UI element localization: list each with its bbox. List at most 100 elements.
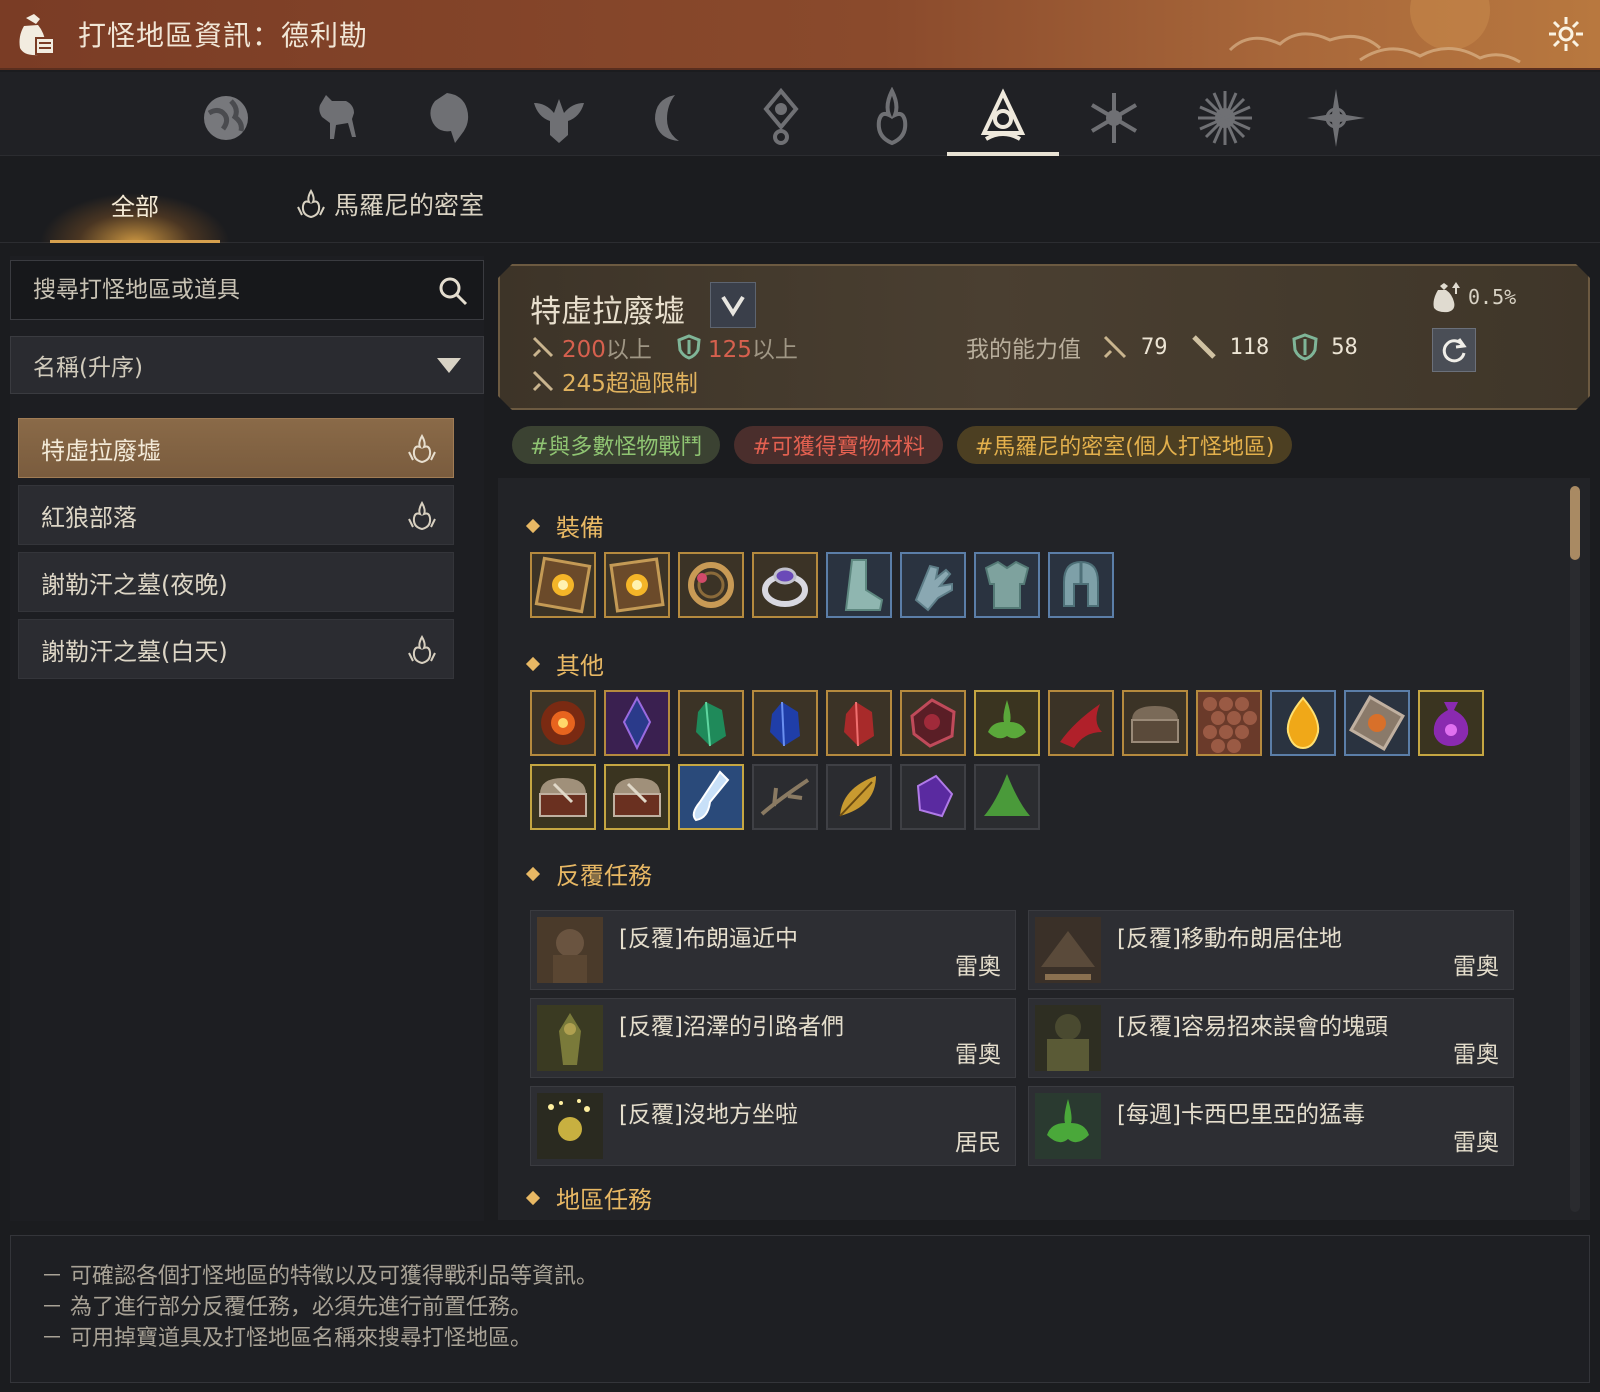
ap-cap-suffix: 超過限制 — [605, 371, 698, 397]
marony-crown-icon — [408, 501, 436, 531]
tab-orb-pendant[interactable] — [725, 80, 837, 156]
zone-item[interactable]: 紅狼部落 — [18, 485, 454, 545]
armor-gloves-icon[interactable] — [900, 552, 966, 618]
purple-crystal-icon[interactable] — [604, 690, 670, 756]
tab-crescent-moon[interactable] — [614, 80, 726, 156]
golden-egg-icon[interactable] — [1270, 690, 1336, 756]
red-ore-icon[interactable] — [900, 690, 966, 756]
tab-winged-crest[interactable] — [503, 80, 615, 156]
zone-item-label: 謝勒汗之墓(白天) — [41, 637, 228, 666]
green-slime-icon[interactable] — [974, 690, 1040, 756]
search-icon[interactable] — [437, 275, 469, 307]
ornate-chest-icon[interactable] — [530, 764, 596, 830]
winged-crest-icon — [534, 99, 584, 143]
diamond-bullet-icon — [525, 866, 541, 881]
my-stats: 我的能力值 79 118 58 — [966, 330, 1380, 364]
tab-sunburst[interactable] — [1169, 80, 1281, 156]
my-stats-label: 我的能力值 — [966, 337, 1081, 363]
region-icon-tab-bar — [0, 72, 1600, 156]
repeat-quest-grid: [反覆]布朗逼近中 雷奧 [反覆]移動布朗居住地 雷奧 [反覆]沼澤的引路者們 … — [530, 910, 1514, 1166]
refresh-button[interactable] — [1432, 328, 1476, 372]
tab-snowflake[interactable] — [1058, 80, 1170, 156]
filter-tab-bar: 全部 馬羅尼的密室 — [0, 157, 1600, 243]
marony-crown-icon — [408, 635, 436, 665]
section-region-quests-heading: 地區任務 — [525, 1180, 652, 1215]
gear-icon[interactable] — [1546, 14, 1586, 54]
tab-flame-crest[interactable] — [836, 80, 948, 156]
sunburst-icon — [1198, 91, 1252, 145]
ap-requirement: 200以上 — [530, 330, 652, 364]
camp-portrait-icon — [1035, 917, 1101, 983]
quest-npc: 雷奧 — [955, 954, 1001, 980]
shield-icon — [1291, 333, 1319, 361]
amber-stone-icon[interactable] — [1344, 690, 1410, 756]
wooden-chest-icon[interactable] — [1122, 690, 1188, 756]
purple-pouch-icon[interactable] — [1418, 690, 1484, 756]
zone-item[interactable]: 謝勒汗之墓(白天) — [18, 619, 454, 679]
tab-all[interactable]: 全部 — [30, 165, 240, 243]
tab-tree-emblem[interactable] — [947, 80, 1059, 156]
shield-icon — [676, 334, 702, 360]
diamond-bullet-icon — [525, 1190, 541, 1205]
quest-card[interactable]: [反覆]沒地方坐啦 居民 — [530, 1086, 1016, 1166]
quest-card[interactable]: [每週]卡西巴里亞的猛毒 雷奧 — [1028, 1086, 1514, 1166]
quest-card[interactable]: [反覆]布朗逼近中 雷奧 — [530, 910, 1016, 990]
zone-item-label: 謝勒汗之墓(夜晚) — [41, 570, 228, 599]
quest-card[interactable]: [反覆]移動布朗居住地 雷奧 — [1028, 910, 1514, 990]
diamond-bullet-icon — [525, 656, 541, 671]
quest-card[interactable]: [反覆]容易招來誤會的塊頭 雷奧 — [1028, 998, 1514, 1078]
zone-dropdown-button[interactable] — [710, 282, 756, 328]
cloud-decoration-icon — [1228, 0, 1521, 64]
globe-icon — [204, 96, 248, 140]
dry-branch-icon[interactable] — [752, 764, 818, 830]
my-dp-value: 58 — [1331, 334, 1358, 360]
scrollbar-thumb[interactable] — [1570, 486, 1580, 560]
tag-chip[interactable]: #可獲得寶物材料 — [734, 426, 943, 464]
green-slime-portrait-icon — [1035, 1093, 1101, 1159]
golden-leaf-icon[interactable] — [826, 764, 892, 830]
red-claw-icon[interactable] — [1048, 690, 1114, 756]
glowing-crystal-box-icon[interactable] — [530, 552, 596, 618]
marony-crown-icon — [408, 434, 436, 464]
blue-potion-icon[interactable] — [678, 764, 744, 830]
violet-shard-icon[interactable] — [900, 764, 966, 830]
tab-horse[interactable] — [281, 80, 393, 156]
ornate-chest-icon[interactable] — [604, 764, 670, 830]
tag-chip[interactable]: #馬羅尼的密室(個人打怪地區) — [956, 426, 1293, 464]
tab-globe[interactable] — [170, 80, 282, 156]
armor-helmet-icon[interactable] — [1048, 552, 1114, 618]
blue-gem-icon[interactable] — [752, 690, 818, 756]
sort-dropdown[interactable]: 名稱(升序) — [10, 336, 484, 394]
section-region-quests-label: 地區任務 — [556, 1186, 652, 1214]
fire-burst-icon[interactable] — [530, 690, 596, 756]
tab-lion[interactable] — [392, 80, 504, 156]
quest-name: [反覆]布朗逼近中 — [619, 926, 798, 952]
zone-tags: #與多數怪物戰鬥 #可獲得寶物材料 #馬羅尼的密室(個人打怪地區) — [512, 426, 1293, 464]
scale-hide-icon[interactable] — [1196, 690, 1262, 756]
scrollbar-track[interactable] — [1570, 486, 1580, 1212]
search-input[interactable] — [33, 277, 413, 303]
gem-brooch-icon[interactable] — [678, 552, 744, 618]
green-gem-icon[interactable] — [678, 690, 744, 756]
tab-compass-star[interactable] — [1280, 80, 1392, 156]
drop-rate: 0.5% — [1428, 280, 1516, 314]
sword-icon — [1101, 333, 1129, 361]
loot-bag-up-icon — [1428, 280, 1462, 314]
zone-detail-scroll[interactable]: 裝備 其他 反覆任務 [反覆]布朗逼近中 雷奧 [反覆]移動布朗居住地 雷奧 [… — [498, 478, 1590, 1220]
dp-requirement: 125以上 — [676, 330, 798, 364]
tag-chip[interactable]: #與多數怪物戰鬥 — [512, 426, 721, 464]
zone-item[interactable]: 謝勒汗之墓(夜晚) — [18, 552, 454, 612]
zone-item[interactable]: 特虛拉廢墟 — [18, 418, 454, 478]
green-mound-icon[interactable] — [974, 764, 1040, 830]
glowing-crystal-box-icon[interactable] — [604, 552, 670, 618]
armor-boots-icon[interactable] — [826, 552, 892, 618]
quest-card[interactable]: [反覆]沼澤的引路者們 雷奧 — [530, 998, 1016, 1078]
section-repeat-quests-heading: 反覆任務 — [525, 856, 652, 891]
red-gem-icon[interactable] — [826, 690, 892, 756]
tab-marony-room[interactable]: 馬羅尼的密室 — [296, 165, 484, 243]
quest-name: [反覆]沼澤的引路者們 — [619, 1014, 844, 1040]
zone-item-label: 紅狼部落 — [41, 503, 137, 532]
giant-portrait-icon — [1035, 1005, 1101, 1071]
armor-chest-icon[interactable] — [974, 552, 1040, 618]
silver-ring-icon[interactable] — [752, 552, 818, 618]
